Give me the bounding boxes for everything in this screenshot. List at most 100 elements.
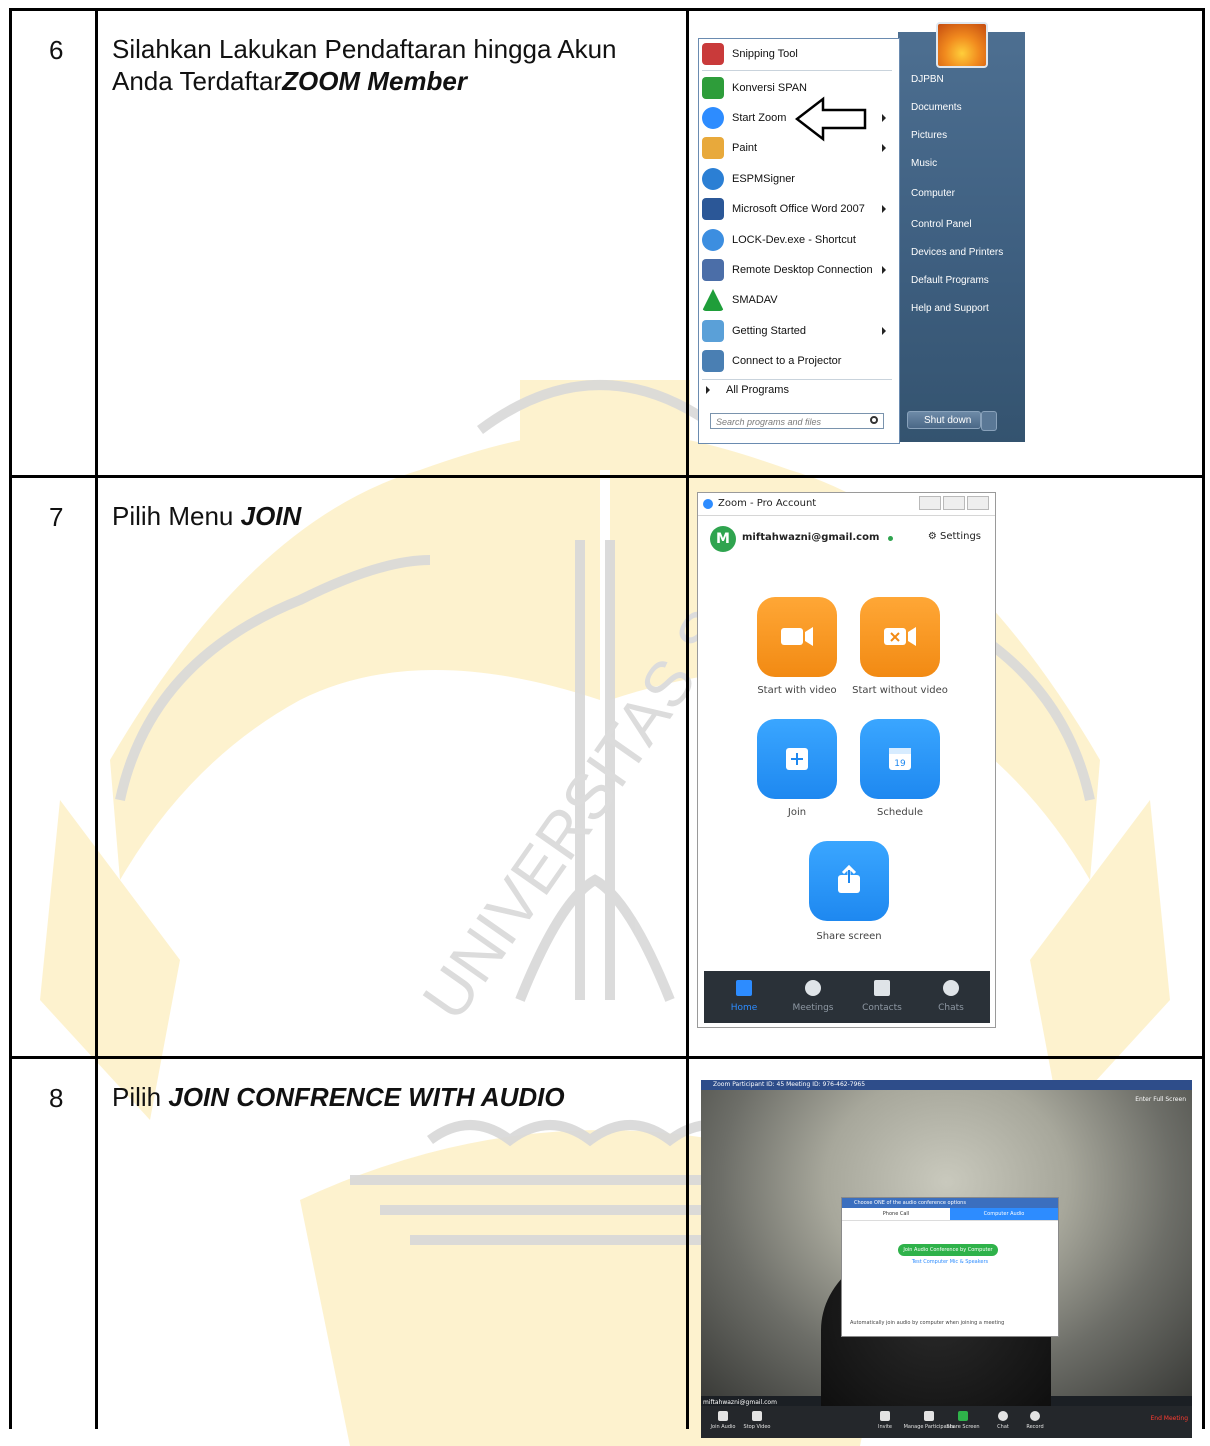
tool-label: Join Audio — [710, 1424, 736, 1430]
share-screen-tool[interactable]: Share Screen — [943, 1409, 983, 1430]
record-tool[interactable]: Record — [1015, 1409, 1055, 1430]
right-item-djpbn[interactable]: DJPBN — [911, 74, 944, 85]
menu-item-label: Snipping Tool — [732, 48, 798, 60]
test-audio-link[interactable]: Test Computer Mic & Speakers — [842, 1259, 1058, 1265]
nav-label: Meetings — [792, 1003, 834, 1013]
browser-icon — [702, 168, 724, 190]
nav-meetings[interactable]: Meetings — [783, 971, 843, 1013]
start-with-video-button[interactable] — [757, 597, 837, 677]
settings-button[interactable]: ⚙ Settings — [928, 531, 981, 542]
right-item-computer[interactable]: Computer — [911, 188, 955, 199]
headphones-icon — [718, 1411, 728, 1421]
tool-label: Chat — [997, 1424, 1009, 1430]
step-instruction: Pilih JOIN CONFRENCE WITH AUDIO — [98, 1059, 686, 1113]
video-camera-icon — [752, 1411, 762, 1421]
menu-item-label: Microsoft Office Word 2007 — [732, 203, 865, 215]
share-screen-label: Share screen — [816, 931, 882, 942]
contacts-icon — [874, 980, 890, 996]
submenu-arrow-icon — [882, 114, 886, 122]
right-item-default-programs[interactable]: Default Programs — [911, 275, 989, 286]
right-item-devices-printers[interactable]: Devices and Printers — [911, 247, 1003, 258]
add-person-icon — [880, 1411, 890, 1421]
smadav-icon — [702, 289, 724, 311]
audio-tabs: Phone Call Computer Audio — [842, 1208, 1058, 1221]
auto-join-checkbox[interactable]: Automatically join audio by computer whe… — [850, 1320, 1004, 1326]
nav-contacts[interactable]: Contacts — [852, 971, 912, 1013]
chat-bubble-icon — [998, 1411, 1008, 1421]
start-without-video-button[interactable] — [860, 597, 940, 677]
menu-item-snipping-tool[interactable]: Snipping Tool — [702, 40, 892, 68]
instruction-emphasis: JOIN — [240, 501, 302, 531]
scissors-icon — [702, 43, 724, 65]
step-row-7: 7 Pilih Menu JOIN — [9, 475, 1205, 1059]
submenu-arrow-icon — [882, 205, 886, 213]
share-screen-button[interactable] — [809, 841, 889, 921]
online-status-icon[interactable] — [888, 536, 893, 541]
schedule-label: Schedule — [877, 807, 923, 818]
meeting-title-bar: Zoom Participant ID: 45 Meeting ID: 976-… — [701, 1080, 1192, 1090]
user-avatar — [936, 22, 988, 68]
zoom-account-header: M miftahwazni@gmail.com ⚙ Settings — [698, 516, 995, 562]
end-meeting-button[interactable]: End Meeting — [1151, 1415, 1189, 1422]
invite-tool[interactable]: Invite — [865, 1409, 905, 1430]
tool-label: Stop Video — [743, 1424, 771, 1430]
minimize-icon[interactable] — [919, 496, 941, 510]
right-item-pictures[interactable]: Pictures — [911, 130, 947, 141]
menu-item-label: LOCK-Dev.exe - Shortcut — [732, 234, 856, 246]
enter-full-screen-button[interactable]: Enter Full Screen — [1135, 1096, 1186, 1103]
shutdown-button[interactable]: Shut down — [907, 411, 981, 429]
nav-chats[interactable]: Chats — [921, 971, 981, 1013]
schedule-button[interactable]: 19 — [860, 719, 940, 799]
nav-label: Chats — [938, 1003, 964, 1013]
gear-icon: ⚙ — [927, 531, 940, 542]
plus-icon — [786, 748, 808, 770]
menu-item-label: Paint — [732, 142, 758, 154]
menu-item-getting-started[interactable]: Getting Started — [702, 317, 892, 345]
tab-phone-call[interactable]: Phone Call — [842, 1208, 950, 1220]
menu-item-smadav[interactable]: SMADAV — [702, 286, 892, 314]
zoom-meeting-screenshot: Zoom Participant ID: 45 Meeting ID: 976-… — [701, 1080, 1192, 1438]
right-item-help-support[interactable]: Help and Support — [911, 303, 989, 314]
menu-separator — [702, 70, 892, 71]
maximize-icon[interactable] — [943, 496, 965, 510]
stop-video-tool[interactable]: Stop Video — [737, 1409, 777, 1430]
right-item-documents[interactable]: Documents — [911, 102, 962, 113]
tab-computer-audio[interactable]: Computer Audio — [950, 1208, 1058, 1220]
join-audio-button[interactable]: Join Audio Conference by Computer — [898, 1244, 998, 1256]
menu-item-connect-projector[interactable]: Connect to a Projector — [702, 347, 892, 375]
search-icon[interactable] — [870, 416, 878, 424]
step-number: 6 — [49, 35, 64, 65]
menu-item-all-programs[interactable]: All Programs — [702, 376, 896, 404]
settings-label: Settings — [939, 531, 981, 542]
share-screen-icon — [958, 1411, 968, 1421]
record-icon — [1030, 1411, 1040, 1421]
start-menu-screenshot: Snipping Tool Konversi SPAN Start Zoom P… — [698, 22, 1025, 444]
menu-item-label: Konversi SPAN — [732, 82, 807, 94]
close-icon[interactable] — [967, 496, 989, 510]
share-upload-icon — [838, 864, 860, 893]
pointer-arrow-icon — [795, 96, 867, 142]
nav-home[interactable]: Home — [714, 971, 774, 1013]
k-logo-icon — [702, 77, 724, 99]
zoom-window-title: Zoom - Pro Account — [718, 498, 817, 509]
submenu-arrow-icon — [882, 144, 886, 152]
right-item-music[interactable]: Music — [911, 158, 937, 169]
menu-item-remote-desktop[interactable]: Remote Desktop Connection — [702, 256, 892, 284]
search-programs-input[interactable]: Search programs and files — [710, 413, 884, 429]
calendar-icon: 19 — [889, 748, 911, 770]
zoom-title-bar: Zoom - Pro Account — [698, 493, 995, 516]
dialog-title: Choose ONE of the audio conference optio… — [842, 1198, 1058, 1208]
menu-item-word-2007[interactable]: Microsoft Office Word 2007 — [702, 195, 892, 223]
tool-label: Share Screen — [946, 1424, 980, 1430]
menu-item-lock-dev[interactable]: LOCK-Dev.exe - Shortcut — [702, 226, 892, 254]
menu-item-espmsigner[interactable]: ESPMSigner — [702, 165, 892, 193]
avatar[interactable]: M — [710, 526, 736, 552]
join-button[interactable] — [757, 719, 837, 799]
instruction-text: Pilih — [112, 1082, 169, 1112]
shutdown-options-button[interactable] — [981, 411, 997, 431]
right-item-control-panel[interactable]: Control Panel — [911, 219, 972, 230]
step-instruction: Silahkan Lakukan Pendaftaran hingga Akun… — [98, 11, 686, 97]
menu-item-label: Getting Started — [732, 325, 806, 337]
menu-item-label: SMADAV — [732, 294, 778, 306]
zoom-home-screenshot: Zoom - Pro Account M miftahwazni@gmail.c… — [697, 492, 996, 1028]
